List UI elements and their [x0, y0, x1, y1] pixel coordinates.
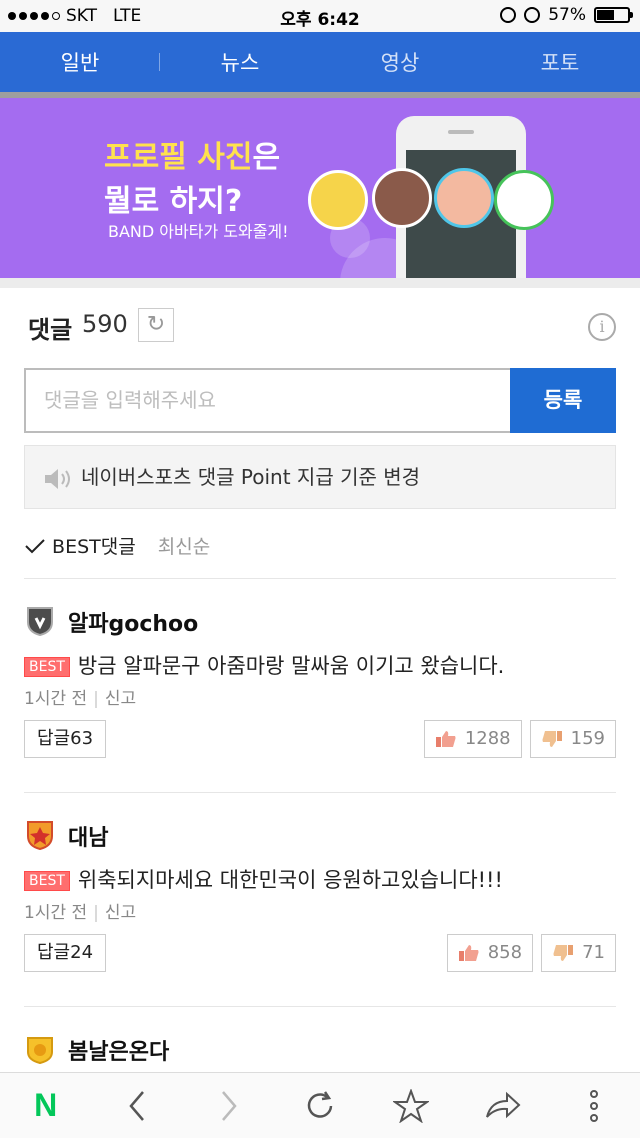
- refresh-comments-icon[interactable]: ↻: [138, 308, 174, 342]
- bookmark-star-icon[interactable]: [391, 1086, 431, 1126]
- best-tag: BEST: [24, 871, 70, 891]
- submit-comment-button[interactable]: 등록: [510, 368, 616, 433]
- divider: [24, 578, 616, 579]
- tab-video[interactable]: 영상: [320, 47, 480, 77]
- comment-text: BEST 방금 알파문구 아줌마랑 말싸움 이기고 왔습니다.: [24, 650, 504, 680]
- status-bar: SKT LTE 오후 6:42 57%: [0, 0, 640, 32]
- banner-headline-2: 뭘로 하지?: [104, 184, 243, 219]
- best-tag: BEST: [24, 657, 70, 677]
- vote-buttons: 858 71: [446, 934, 616, 972]
- dislike-button[interactable]: 159: [529, 720, 616, 758]
- divider: [24, 792, 616, 793]
- notice-text: 네이버스포츠 댓글 Point 지급 기준 변경: [81, 465, 421, 489]
- avatar-hat-icon: [308, 170, 368, 230]
- comment-meta: 1시간 전 | 신고: [24, 689, 137, 709]
- report-link[interactable]: 신고: [105, 689, 136, 709]
- comment-username[interactable]: 대남: [68, 820, 108, 852]
- comment-time: 1시간 전: [24, 903, 88, 923]
- tab-news[interactable]: 뉴스: [160, 47, 320, 77]
- tab-photo[interactable]: 포토: [480, 47, 640, 77]
- category-tabs: 일반 뉴스 영상 포토: [0, 32, 640, 92]
- thumbs-down-icon: [542, 731, 562, 747]
- status-right: 57%: [500, 5, 633, 25]
- alarm-icon: [524, 7, 541, 23]
- banner-subtitle: BAND 아바타가 도와줄게!: [108, 222, 289, 241]
- refresh-icon[interactable]: [300, 1086, 340, 1126]
- comment-meta: 1시간 전 | 신고: [24, 903, 137, 923]
- like-button[interactable]: 1288: [423, 720, 522, 758]
- naver-logo-icon[interactable]: N: [26, 1086, 66, 1126]
- band-avatar-banner[interactable]: 프로필 사진은 뭘로 하지? BAND 아바타가 도와줄게!: [0, 92, 640, 278]
- avatar-girl-icon: [372, 168, 432, 228]
- divider: [24, 1006, 616, 1007]
- speaker-icon: [45, 469, 70, 489]
- comment-text: BEST 위축되지마세요 대한민국이 응원하고있습니다!!!: [24, 864, 503, 894]
- level-badge-icon: [27, 607, 53, 636]
- comments-title: 댓글: [28, 316, 73, 344]
- sort-options: BEST댓글 최신순: [24, 532, 210, 559]
- banner-headline: 프로필 사진은: [104, 140, 281, 175]
- sort-best[interactable]: BEST댓글: [24, 536, 142, 558]
- check-icon: [25, 539, 45, 554]
- thumbs-up-icon: [458, 945, 479, 961]
- tab-general[interactable]: 일반: [0, 47, 160, 77]
- more-icon[interactable]: [574, 1086, 614, 1126]
- section-divider: [0, 278, 640, 288]
- like-button[interactable]: 858: [446, 934, 534, 972]
- battery-percent: 57%: [548, 5, 586, 25]
- comment-time: 1시간 전: [24, 689, 88, 709]
- comment-input[interactable]: 댓글을 입력해주세요: [24, 368, 510, 433]
- battery-icon: [594, 7, 633, 23]
- comment-username[interactable]: 알파gochoo: [68, 606, 198, 638]
- thumbs-down-icon: [553, 945, 574, 961]
- avatar-cat-icon: [494, 170, 554, 230]
- comment-username[interactable]: 봄날은온다: [68, 1034, 169, 1066]
- notice-banner[interactable]: 네이버스포츠 댓글 Point 지급 기준 변경: [24, 445, 616, 509]
- report-link[interactable]: 신고: [105, 903, 136, 923]
- level-badge-icon: [27, 1037, 53, 1064]
- share-icon[interactable]: [483, 1086, 523, 1126]
- back-icon[interactable]: [117, 1086, 157, 1126]
- browser-toolbar: N: [0, 1072, 640, 1138]
- sort-latest[interactable]: 최신순: [158, 536, 210, 558]
- level-badge-icon: [27, 821, 53, 850]
- forward-icon[interactable]: [209, 1086, 249, 1126]
- vote-buttons: 1288 159: [423, 720, 616, 758]
- rotation-lock-icon: [500, 7, 517, 23]
- comment-form: 댓글을 입력해주세요 등록: [24, 368, 616, 433]
- reply-button[interactable]: 답글24: [24, 934, 107, 972]
- comments-count: 590: [82, 310, 128, 338]
- info-icon[interactable]: i: [588, 313, 616, 341]
- comments-header: 댓글 590 ↻ i: [0, 288, 640, 360]
- reply-button[interactable]: 답글63: [24, 720, 107, 758]
- avatar-selected-icon: [434, 168, 494, 228]
- thumbs-up-icon: [435, 731, 456, 747]
- dislike-button[interactable]: 71: [541, 934, 616, 972]
